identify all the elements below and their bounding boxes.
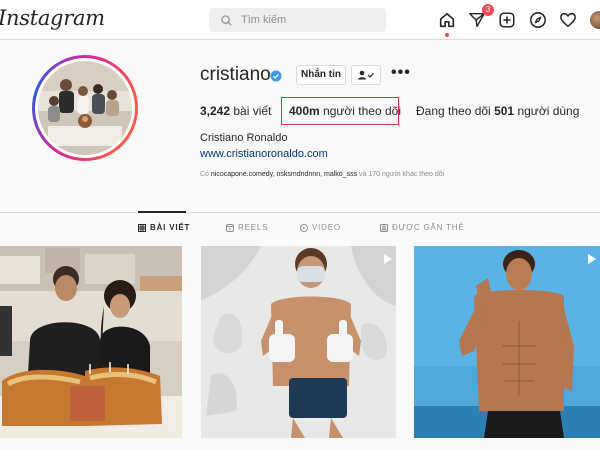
grid-icon bbox=[138, 223, 146, 232]
notification-badge: 3 bbox=[482, 4, 494, 16]
search-placeholder: Tìm kiếm bbox=[241, 14, 287, 26]
tab-reels[interactable]: REELS bbox=[226, 223, 268, 232]
post-thumbnail[interactable] bbox=[0, 246, 182, 438]
tab-posts[interactable]: BÀI VIẾT bbox=[138, 223, 190, 232]
following-status-button[interactable] bbox=[351, 65, 381, 85]
reels-icon bbox=[226, 223, 234, 232]
tab-tagged[interactable]: ĐƯỢC GẮN THẺ bbox=[380, 223, 464, 232]
followed-by-suffix: và 170 người khác theo dõi bbox=[359, 171, 445, 178]
followers-highlight-box bbox=[281, 97, 399, 125]
new-post-icon[interactable] bbox=[497, 10, 517, 30]
profile-picture-story-ring[interactable] bbox=[32, 55, 138, 161]
home-icon[interactable] bbox=[437, 10, 457, 37]
post-thumbnail[interactable] bbox=[201, 246, 396, 438]
search-input[interactable]: Tìm kiếm bbox=[209, 8, 386, 32]
following-suffix: người dùng bbox=[517, 104, 580, 118]
activity-heart-icon[interactable] bbox=[558, 10, 578, 30]
tab-reels-label: REELS bbox=[238, 223, 269, 232]
tab-video[interactable]: VIDEO bbox=[300, 223, 341, 232]
explore-compass-icon[interactable] bbox=[528, 10, 548, 30]
birthday-cake-photo bbox=[0, 246, 182, 438]
active-indicator-dot bbox=[445, 33, 449, 37]
profile-full-name: Cristiano Ronaldo bbox=[200, 132, 288, 144]
more-options-icon[interactable]: ••• bbox=[391, 64, 411, 82]
tab-video-label: VIDEO bbox=[312, 223, 341, 232]
search-icon bbox=[221, 14, 232, 26]
posts-count: 3,242 bbox=[200, 104, 231, 118]
thumbs-up-mask-photo bbox=[201, 246, 396, 438]
profile-picture bbox=[38, 61, 132, 155]
followed-by-prefix: Có bbox=[200, 171, 209, 178]
beach-shirtless-photo bbox=[414, 246, 600, 438]
tab-tagged-label: ĐƯỢC GẮN THẺ bbox=[392, 223, 465, 232]
tabs-divider bbox=[0, 212, 600, 213]
instagram-logo[interactable]: Instagram bbox=[0, 6, 105, 30]
direct-messages-icon[interactable]: 3 bbox=[467, 4, 494, 30]
person-check-icon bbox=[358, 70, 374, 80]
top-navigation-bar: Instagram Tìm kiếm 3 bbox=[0, 0, 600, 40]
post-thumbnail[interactable] bbox=[414, 246, 600, 438]
followed-by-users[interactable]: nicocapone.comedy, nsksmdndnnn, malko_ss… bbox=[211, 171, 357, 178]
profile-username: cristiano bbox=[200, 64, 271, 85]
message-button[interactable]: Nhắn tin bbox=[296, 65, 346, 85]
posts-label: bài viết bbox=[233, 104, 272, 118]
following-count: 501 bbox=[494, 104, 515, 118]
profile-website-link[interactable]: www.cristianoronaldo.com bbox=[200, 148, 328, 160]
followed-by-text: Có nicocapone.comedy, nsksmdndnnn, malko… bbox=[200, 171, 444, 178]
following-stat[interactable]: Đang theo dõi 501 người dùng bbox=[416, 104, 579, 118]
current-user-avatar[interactable] bbox=[590, 11, 600, 29]
active-tab-indicator bbox=[138, 211, 186, 213]
tagged-icon bbox=[380, 223, 388, 232]
video-icon bbox=[300, 223, 308, 232]
posts-count-stat: 3,242 bài viết bbox=[200, 104, 271, 118]
following-prefix: Đang theo dõi bbox=[416, 104, 491, 118]
verified-badge-icon bbox=[270, 69, 282, 87]
tab-posts-label: BÀI VIẾT bbox=[150, 223, 191, 232]
